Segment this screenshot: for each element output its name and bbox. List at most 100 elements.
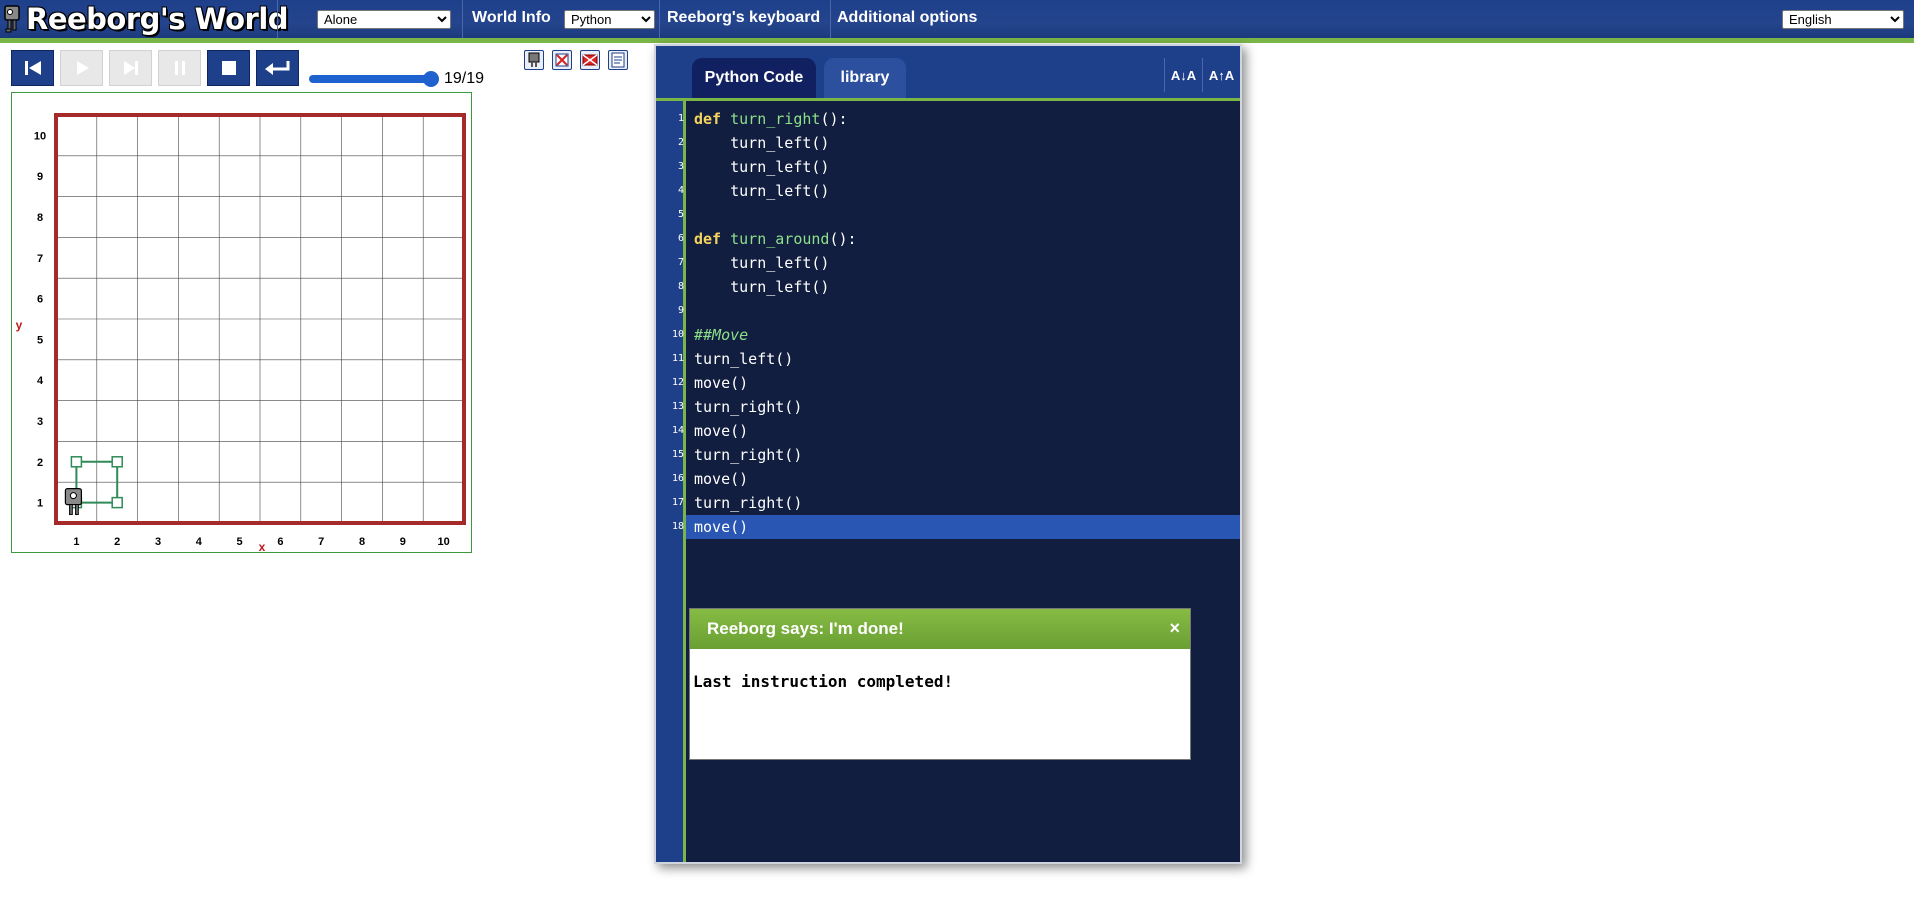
reeborg-keyboard-button[interactable]: Reeborg's keyboard (667, 9, 820, 27)
play-icon (76, 61, 89, 75)
code-line-text: def turn_around(): (694, 227, 857, 251)
code-token: turn_left() (694, 158, 830, 176)
increase-font-button[interactable]: A↑A (1202, 58, 1240, 92)
code-line-text: def turn_right(): (694, 107, 848, 131)
dialog-message: Last instruction completed! (693, 672, 954, 691)
code-line[interactable] (656, 299, 1240, 323)
pause-button[interactable] (158, 50, 201, 86)
world-canvas-panel: 1 2 3 4 5 6 7 8 9 10 1 2 3 4 5 6 7 8 9 10 x y (11, 92, 472, 553)
code-line[interactable]: turn_right() (656, 395, 1240, 419)
top-menu-bar: Reeborg's World Alone World Info Python … (0, 0, 1914, 43)
code-line[interactable]: move() (656, 371, 1240, 395)
code-line-text: turn_right() (694, 395, 802, 419)
reload-button[interactable] (11, 50, 54, 86)
world-description-button[interactable] (608, 50, 628, 70)
edit-world-button[interactable] (552, 50, 572, 70)
additional-options-button[interactable]: Additional options (837, 9, 977, 27)
y-tick-label: 3 (37, 416, 43, 428)
code-line[interactable]: def turn_around(): (656, 227, 1240, 251)
y-axis-label: y (16, 318, 23, 332)
code-line[interactable]: ##Move (656, 323, 1240, 347)
editor-tab-bar: Python Code library A↓A A↑A (656, 46, 1240, 101)
code-line[interactable]: turn_left() (656, 347, 1240, 371)
y-tick-label: 8 (37, 212, 43, 224)
tab-library[interactable]: library (824, 58, 906, 98)
code-line[interactable]: turn_left() (656, 179, 1240, 203)
reeborg-robot-icon (3, 4, 21, 34)
line-number: 4 (677, 185, 684, 196)
step-back-button[interactable] (256, 50, 299, 86)
line-number: 6 (677, 233, 684, 244)
tab-python-code[interactable]: Python Code (692, 58, 816, 98)
robot-details-button[interactable] (524, 50, 544, 70)
code-line[interactable]: move() (656, 467, 1240, 491)
code-token: (): (829, 230, 857, 248)
code-line-text: turn_left() (694, 179, 829, 203)
code-token: move() (694, 470, 749, 488)
code-line[interactable]: def turn_right(): (656, 107, 1240, 131)
line-number: 3 (677, 161, 684, 172)
menu-separator (462, 0, 463, 38)
world-grid: 1 2 3 4 5 6 7 8 9 10 1 2 3 4 5 6 7 8 9 10 x y (16, 113, 466, 552)
code-token: turn_left() (694, 134, 830, 152)
reeborg-done-dialog: Reeborg says: I'm done! × Last instructi… (689, 608, 1191, 760)
stop-button[interactable] (207, 50, 250, 86)
code-token: turn_right() (694, 494, 803, 512)
step-slider-track[interactable] (309, 75, 431, 83)
code-line-text: move() (694, 515, 748, 539)
code-line[interactable]: turn_right() (656, 491, 1240, 515)
line-number: 11 (671, 353, 684, 364)
code-token: move() (694, 422, 749, 440)
code-token: def (694, 110, 722, 128)
code-token: move() (694, 518, 749, 536)
world-select[interactable]: Alone (317, 10, 451, 29)
line-number: 2 (677, 137, 684, 148)
line-number: 14 (671, 425, 684, 436)
line-number: 12 (671, 377, 684, 388)
step-slider-handle[interactable] (423, 71, 439, 87)
code-line-text: turn_left() (694, 155, 829, 179)
x-tick-label: 10 (437, 536, 449, 548)
x-tick-label: 9 (400, 536, 406, 548)
decrease-font-button[interactable]: A↓A (1164, 58, 1202, 92)
line-number: 13 (671, 401, 684, 412)
line-number: 18 (671, 521, 684, 532)
step-forward-icon (123, 61, 138, 75)
ui-language-select[interactable]: English (1782, 10, 1904, 29)
code-line[interactable]: turn_left() (656, 131, 1240, 155)
world-info-button[interactable]: World Info (472, 9, 551, 27)
x-tick-label: 1 (73, 536, 79, 548)
step-button[interactable] (109, 50, 152, 86)
code-token: def (694, 230, 722, 248)
line-number: 10 (671, 329, 684, 340)
stop-icon (221, 61, 236, 75)
code-line[interactable]: turn_left() (656, 155, 1240, 179)
code-line[interactable] (656, 203, 1240, 227)
run-button[interactable] (60, 50, 103, 86)
programming-language-select[interactable]: Python (564, 10, 655, 29)
code-line[interactable]: move() (656, 515, 1240, 539)
code-line[interactable]: move() (656, 419, 1240, 443)
app-title: Reeborg's World (26, 2, 289, 36)
menu-separator (830, 0, 831, 38)
code-line[interactable]: turn_right() (656, 443, 1240, 467)
close-icon[interactable]: × (1169, 618, 1180, 639)
toggle-walls-button[interactable] (580, 50, 600, 70)
dialog-titlebar[interactable]: Reeborg says: I'm done! × (690, 609, 1190, 649)
menu-separator (659, 0, 660, 38)
robot-leg (75, 504, 79, 516)
y-tick-label: 2 (37, 457, 43, 469)
x-tick-label: 5 (237, 536, 243, 548)
y-tick-label: 6 (37, 294, 43, 306)
robot-eye (69, 492, 77, 500)
code-line[interactable]: turn_left() (656, 251, 1240, 275)
y-tick-label: 4 (37, 375, 44, 387)
code-line-text: move() (694, 419, 748, 443)
y-tick-label: 7 (37, 253, 43, 265)
x-tick-label: 4 (196, 536, 203, 548)
code-line[interactable]: turn_left() (656, 275, 1240, 299)
app-logo: Reeborg's World (3, 0, 289, 38)
line-number: 16 (671, 473, 684, 484)
